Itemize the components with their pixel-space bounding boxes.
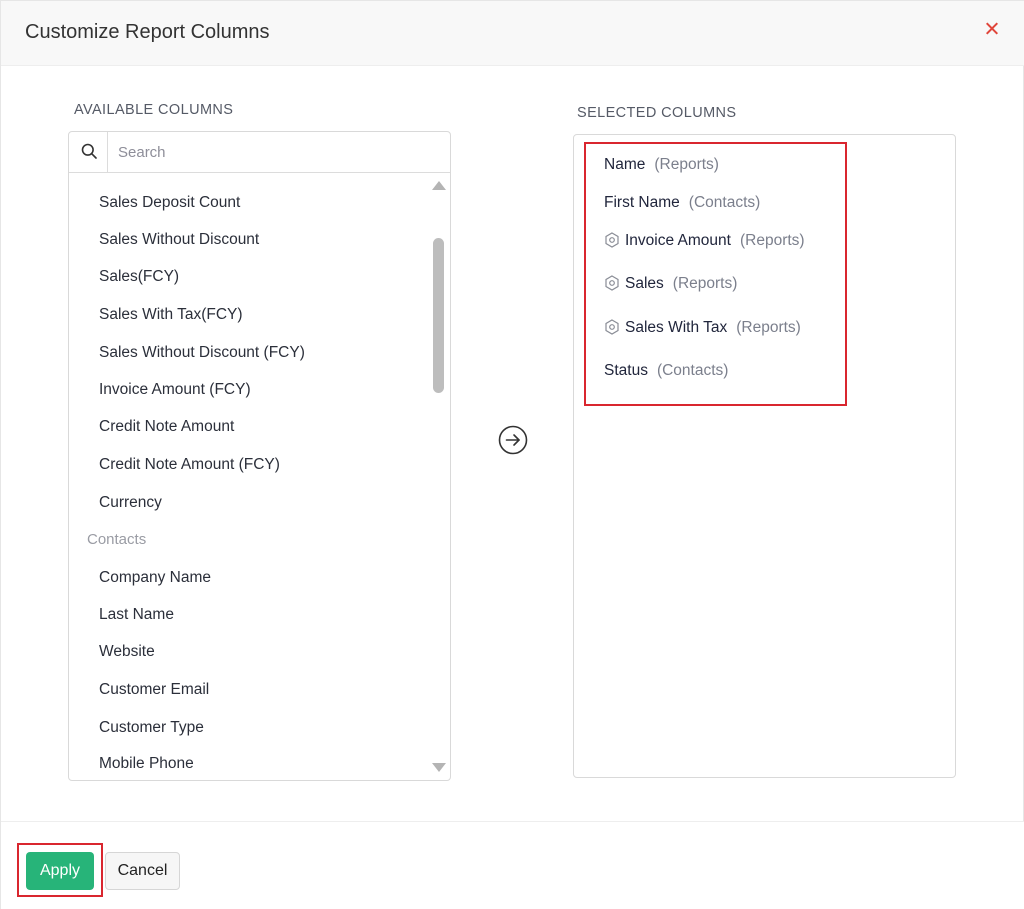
search-row [69,132,450,173]
list-item[interactable]: Sales Without Discount (FCY) [99,344,305,362]
selected-item[interactable]: Name (Reports) [604,156,719,174]
gear-icon [605,319,619,335]
selected-item-name: Sales [625,275,664,292]
selected-item-source: (Reports) [654,156,719,173]
selected-item[interactable]: Sales With Tax (Reports) [604,319,801,337]
selected-columns-label: SELECTED COLUMNS [577,105,737,121]
list-item[interactable]: Sales With Tax(FCY) [99,306,243,324]
list-item[interactable]: Sales Without Discount [99,231,259,249]
apply-button[interactable]: Apply [26,852,94,890]
selected-item-source: (Reports) [739,232,805,249]
list-item[interactable]: Currency [99,494,162,512]
available-columns-panel: Sales Deposit Count Sales Without Discou… [68,131,451,781]
selected-item-name: Name [604,156,646,173]
scrollbar-thumb[interactable] [433,238,444,393]
scrollbar[interactable] [429,173,449,780]
selected-item[interactable]: Status (Contacts) [604,362,728,380]
customize-columns-dialog: Customize Report Columns AVAILABLE COLUM… [0,0,1024,909]
list-item[interactable]: Credit Note Amount (FCY) [99,456,280,474]
selected-item-name: Sales With Tax [625,319,728,336]
scroll-down-icon[interactable] [432,763,446,772]
search-input[interactable] [109,132,449,172]
available-columns-list: Sales Deposit Count Sales Without Discou… [69,173,450,780]
list-item[interactable]: Customer Email [99,681,209,699]
available-columns-label: AVAILABLE COLUMNS [74,102,234,118]
group-label-contacts: Contacts [87,531,147,548]
search-icon [81,143,97,159]
list-item[interactable]: Invoice Amount (FCY) [99,381,251,399]
list-item[interactable]: Credit Note Amount [99,418,234,436]
list-item[interactable]: Last Name [99,606,174,624]
selected-item-source: (Reports) [736,319,801,336]
selected-item[interactable]: Sales (Reports) [604,275,737,293]
selected-item[interactable]: First Name (Contacts) [604,194,760,212]
list-item[interactable]: Sales Deposit Count [99,194,240,212]
cancel-button[interactable]: Cancel [105,852,180,890]
search-icon-wrap [69,132,108,172]
selected-item-name: Invoice Amount [625,232,731,249]
close-icon[interactable] [981,19,1003,41]
dialog-title: Customize Report Columns [25,21,270,43]
selected-item-name: Status [604,362,648,379]
selected-item-source: (Contacts) [688,194,761,211]
list-item[interactable]: Mobile Phone [99,755,194,773]
gear-icon [605,275,619,291]
list-item[interactable]: Company Name [99,569,211,587]
selected-item-name: First Name [604,194,680,211]
selected-item-source: (Reports) [672,275,738,292]
scroll-up-icon[interactable] [432,181,446,190]
gear-icon [605,232,619,248]
move-right-arrow-icon[interactable] [498,425,528,455]
list-item[interactable]: Customer Type [99,719,204,737]
selected-item-source: (Contacts) [656,362,729,379]
dialog-header: Customize Report Columns [1,1,1024,66]
selected-item[interactable]: Invoice Amount (Reports) [604,232,805,250]
list-item[interactable]: Website [99,643,155,661]
list-item[interactable]: Sales(FCY) [99,268,179,286]
